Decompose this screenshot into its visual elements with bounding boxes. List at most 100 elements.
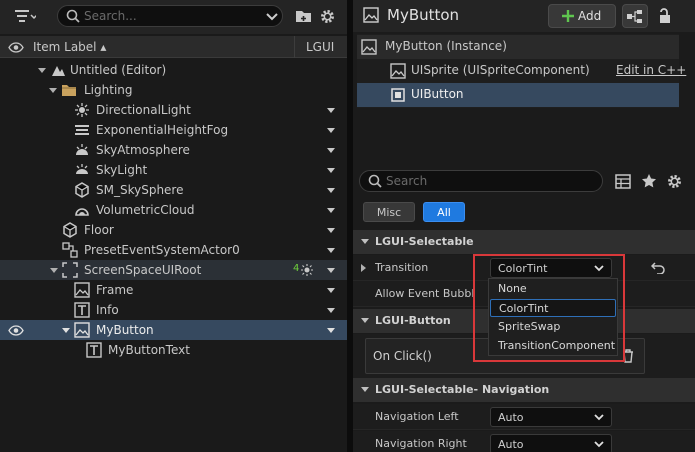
section-lgui-selectable-navigation[interactable]: LGUI-Selectable- Navigation — [353, 378, 695, 402]
lock-icon[interactable] — [658, 8, 672, 24]
tab-all[interactable]: All — [423, 202, 465, 222]
property-label: Allow Event Bubbl... — [375, 287, 475, 300]
highlight-box — [473, 254, 625, 362]
static-mesh-icon — [74, 182, 90, 198]
row-label: ExponentialHeightFog — [96, 123, 229, 137]
row-dropdown-arrow[interactable] — [327, 288, 335, 293]
new-folder-icon[interactable] — [295, 8, 313, 24]
row-dropdown-arrow[interactable] — [327, 208, 335, 213]
tree-row-info[interactable]: Info — [0, 300, 347, 320]
component-row-uisprite[interactable]: UISprite (UISpriteComponent) Edit in C++ — [357, 59, 686, 83]
row-dropdown-arrow[interactable] — [327, 188, 335, 193]
sky-atmosphere-icon — [74, 142, 90, 158]
search-icon — [368, 174, 382, 188]
details-search-input[interactable]: Search — [359, 170, 603, 192]
tree-row-directional-light[interactable]: DirectionalLight — [0, 100, 347, 120]
row-label: Frame — [96, 283, 134, 297]
section-lgui-selectable[interactable]: LGUI-Selectable — [353, 230, 695, 254]
component-tree: MyButton (Instance) UISprite (UISpriteCo… — [357, 34, 686, 108]
collapse-arrow-icon[interactable] — [361, 239, 369, 244]
navigation-left-combo[interactable]: Auto — [490, 407, 612, 427]
blueprint-button[interactable] — [622, 4, 648, 28]
tree-row-sm-skysphere[interactable]: SM_SkySphere — [0, 180, 347, 200]
ui-sprite-icon — [361, 39, 377, 55]
folder-icon — [61, 82, 77, 98]
gear-icon[interactable] — [319, 8, 336, 25]
row-dropdown-arrow[interactable] — [327, 228, 335, 233]
tree-row-lighting[interactable]: Lighting — [0, 80, 347, 100]
edit-in-cpp-link[interactable]: Edit in C++ — [616, 63, 686, 77]
expand-arrow-icon[interactable] — [38, 68, 46, 73]
add-component-button[interactable]: Add — [548, 4, 616, 28]
chevron-down-icon — [594, 414, 604, 421]
component-row-uibutton[interactable]: UIButton — [357, 83, 679, 107]
ui-sprite-icon — [74, 322, 90, 338]
expand-arrow-icon[interactable] — [361, 264, 366, 272]
column-header-item-label[interactable]: Item Label ▴ — [33, 40, 106, 54]
row-dropdown-arrow[interactable] — [327, 168, 335, 173]
reset-arrow-icon[interactable] — [651, 262, 665, 274]
tab-misc[interactable]: Misc — [363, 202, 415, 222]
combo-value: Auto — [498, 438, 524, 451]
tree-row-sky-light[interactable]: SkyLight — [0, 160, 347, 180]
filter-icon[interactable] — [14, 9, 36, 25]
row-dropdown-arrow[interactable] — [327, 328, 335, 333]
row-label: Lighting — [84, 83, 133, 97]
property-label: Navigation Right — [375, 437, 467, 450]
column-header-lgui[interactable]: LGUI — [306, 40, 334, 54]
sky-light-icon — [74, 162, 90, 178]
tree-row-preset-event-system[interactable]: PresetEventSystemActor0 — [0, 240, 347, 260]
row-label: Info — [96, 303, 119, 317]
tree-row-screen-space-ui-root[interactable]: ScreenSpaceUIRoot 4 — [0, 260, 347, 280]
gear-icon[interactable] — [666, 173, 683, 190]
visibility-eye-icon[interactable] — [8, 42, 24, 53]
tree-row-sky-atmosphere[interactable]: SkyAtmosphere — [0, 140, 347, 160]
section-title: LGUI-Selectable — [375, 235, 474, 248]
row-label: SM_SkySphere — [96, 183, 184, 197]
search-placeholder: Search... — [84, 9, 137, 23]
tree-row-my-button-text[interactable]: MyButtonText — [0, 340, 347, 360]
row-label: MyButton — [96, 323, 154, 337]
navigation-right-combo[interactable]: Auto — [490, 434, 612, 452]
collapse-arrow-icon[interactable] — [361, 387, 369, 392]
outliner-header: Item Label ▴ LGUI — [0, 36, 347, 58]
tree-row-exponential-height-fog[interactable]: ExponentialHeightFog — [0, 120, 347, 140]
hierarchy-icon — [627, 10, 643, 24]
plus-icon — [562, 10, 574, 22]
outliner-toolbar: Search... — [0, 0, 347, 34]
row-dropdown-arrow[interactable] — [327, 148, 335, 153]
row-dropdown-arrow[interactable] — [327, 248, 335, 253]
row-dropdown-arrow[interactable] — [327, 108, 335, 113]
outliner-search-input[interactable]: Search... — [57, 5, 283, 27]
tree-row-my-button[interactable]: MyButton — [0, 320, 347, 340]
search-icon — [66, 9, 80, 23]
property-label: Navigation Left — [375, 410, 459, 423]
column-divider[interactable] — [294, 36, 295, 58]
chevron-down-icon[interactable] — [266, 13, 278, 21]
ui-sprite-icon — [390, 63, 406, 79]
row-label: VolumetricCloud — [96, 203, 195, 217]
tree-row-volumetric-cloud[interactable]: VolumetricCloud — [0, 200, 347, 220]
ui-sprite-icon — [363, 7, 379, 23]
fog-icon — [74, 122, 90, 138]
visibility-eye-icon[interactable] — [8, 325, 24, 336]
tree-row-frame[interactable]: Frame — [0, 280, 347, 300]
row-dropdown-arrow[interactable] — [327, 308, 335, 313]
row-label: Floor — [84, 223, 114, 237]
component-row-instance[interactable]: MyButton (Instance) — [357, 35, 679, 59]
table-view-icon[interactable] — [615, 174, 631, 189]
details-title: MyButton — [387, 6, 460, 24]
row-dropdown-arrow[interactable] — [327, 268, 335, 273]
star-icon[interactable] — [641, 173, 657, 189]
expand-arrow-icon[interactable] — [49, 88, 57, 93]
collapse-arrow-icon[interactable] — [361, 318, 369, 323]
row-label: SkyLight — [96, 163, 148, 177]
expand-arrow-icon[interactable] — [50, 268, 58, 273]
property-label: Transition — [375, 261, 429, 274]
expand-arrow-icon[interactable] — [62, 328, 70, 333]
directional-light-icon — [74, 102, 90, 118]
tree-row-floor[interactable]: Floor — [0, 220, 347, 240]
section-title: LGUI-Button — [375, 314, 451, 327]
tree-row-untitled[interactable]: Untitled (Editor) — [0, 60, 347, 80]
row-dropdown-arrow[interactable] — [327, 128, 335, 133]
